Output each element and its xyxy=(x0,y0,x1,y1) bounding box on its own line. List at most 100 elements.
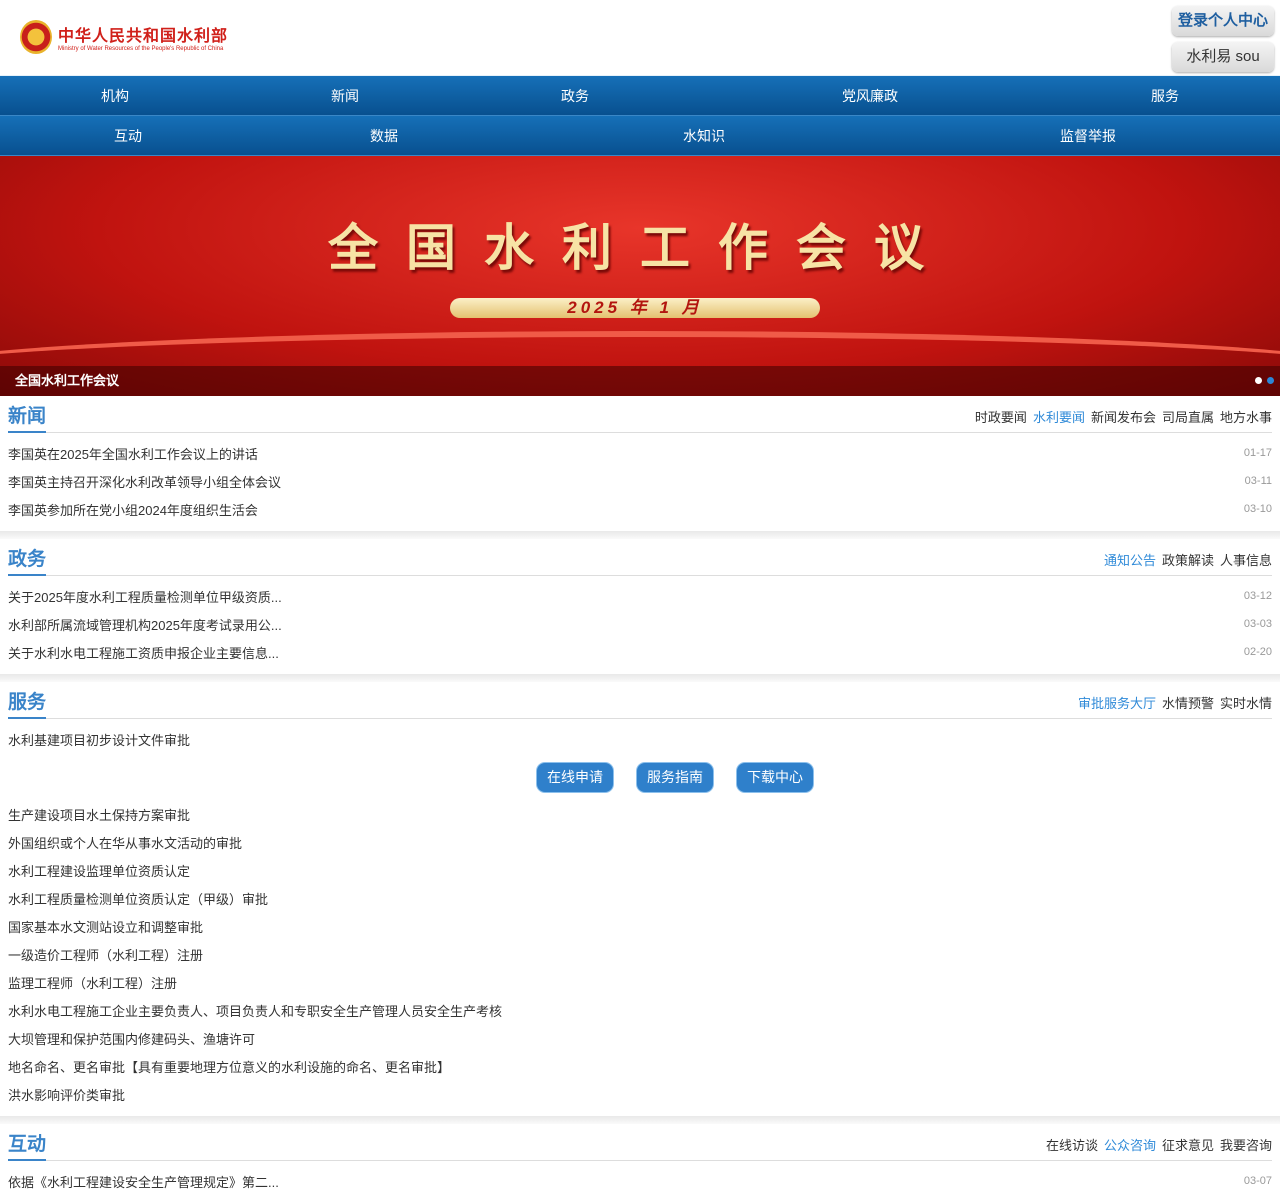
carousel-dot[interactable] xyxy=(1267,377,1274,384)
item-date: 03-07 xyxy=(1243,1175,1272,1187)
section-header: 服务 审批服务大厅 水情预警 实时水情 xyxy=(8,682,1272,719)
section-tab[interactable]: 我要咨询 xyxy=(1220,1135,1272,1154)
item-title[interactable]: 水利工程建设监理单位资质认定 xyxy=(8,861,190,880)
nav-item[interactable]: 政务 xyxy=(460,76,690,115)
item-title[interactable]: 生产建设项目水土保持方案审批 xyxy=(8,805,190,824)
list-item[interactable]: 关于水利水电工程施工资质申报企业主要信息... 02-20 xyxy=(8,638,1272,666)
section-tab[interactable]: 公众咨询 xyxy=(1104,1135,1156,1154)
list-item[interactable]: 生产建设项目水土保持方案审批 xyxy=(8,800,1272,828)
section-title[interactable]: 服务 xyxy=(8,687,47,719)
item-title[interactable]: 水利基建项目初步设计文件审批 xyxy=(8,730,190,749)
nav-item[interactable]: 互动 xyxy=(0,116,256,155)
list-item[interactable]: 一级造价工程师（水利工程）注册 xyxy=(8,940,1272,968)
main-nav-row-2: 互动 数据 水知识 监督举报 xyxy=(0,116,1280,156)
main-nav-row-1: 机构 新闻 政务 党风廉政 服务 xyxy=(0,76,1280,116)
list-item[interactable]: 水利工程质量检测单位资质认定（甲级）审批 xyxy=(8,884,1272,912)
service-buttons: 在线申请 服务指南 下载中心 xyxy=(8,763,1272,792)
interact-section: 互动 在线访谈 公众咨询 征求意见 我要咨询依据《水利工程建设安全生产管理规定》第二..… xyxy=(0,1124,1280,1203)
logo-title: 中华人民共和国水利部 xyxy=(58,28,229,45)
item-title[interactable]: 李国英参加所在党小组2024年度组织生活会 xyxy=(8,500,258,519)
section-tab[interactable]: 新闻发布会 xyxy=(1091,407,1156,426)
item-title[interactable]: 水利部所属流域管理机构2025年度考试录用公... xyxy=(8,615,282,634)
login-button[interactable]: 登录个人中心 xyxy=(1172,6,1274,36)
section-title[interactable]: 新闻 xyxy=(8,401,47,433)
site-header: 中华人民共和国水利部 Ministry of Water Resources o… xyxy=(0,0,1280,76)
list-item[interactable]: 李国英参加所在党小组2024年度组织生活会 03-10 xyxy=(8,495,1272,523)
item-title[interactable]: 监理工程师（水利工程）注册 xyxy=(8,973,177,992)
item-date: 03-11 xyxy=(1244,475,1272,487)
item-title[interactable]: 水利水电工程施工企业主要负责人、项目负责人和专职安全生产管理人员安全生产考核 xyxy=(8,1001,502,1020)
list-item[interactable]: 依据《水利工程建设安全生产管理规定》第二... 03-07 xyxy=(8,1167,1272,1195)
site-logo[interactable]: 中华人民共和国水利部 Ministry of Water Resources o… xyxy=(20,20,228,54)
item-title[interactable]: 李国英在2025年全国水利工作会议上的讲话 xyxy=(8,444,258,463)
logo-subtitle: Ministry of Water Resources of the Peopl… xyxy=(58,46,224,52)
nav-item[interactable]: 机构 xyxy=(0,76,230,115)
carousel-dot[interactable] xyxy=(1255,377,1262,384)
national-emblem-icon xyxy=(20,20,52,54)
item-title[interactable]: 外国组织或个人在华从事水文活动的审批 xyxy=(8,833,242,852)
list-item[interactable]: 关于2025年度水利工程质量检测单位甲级资质... 03-12 xyxy=(8,582,1272,610)
news-section: 新闻 时政要闻 水利要闻 新闻发布会 司局直属 地方水事李国英在2025年全国水利工作会议… xyxy=(0,396,1280,531)
item-date: 02-20 xyxy=(1243,646,1272,658)
item-title[interactable]: 一级造价工程师（水利工程）注册 xyxy=(8,945,203,964)
list-item[interactable]: 水利工程建设监理单位资质认定 xyxy=(8,856,1272,884)
item-date: 03-10 xyxy=(1243,503,1272,515)
banner-carousel[interactable]: 全国水利工作会议 2025 年 1 月 全国水利工作会议 xyxy=(0,156,1280,396)
section-tab[interactable]: 时政要闻 xyxy=(975,407,1027,426)
list-item[interactable]: 外国组织或个人在华从事水文活动的审批 xyxy=(8,828,1272,856)
nav-item[interactable]: 新闻 xyxy=(230,76,460,115)
nav-item[interactable]: 监督举报 xyxy=(896,116,1280,155)
section-tab[interactable]: 在线访谈 xyxy=(1046,1135,1098,1154)
item-title[interactable]: 水利工程质量检测单位资质认定（甲级）审批 xyxy=(8,889,268,908)
section-tab[interactable]: 人事信息 xyxy=(1220,550,1272,569)
section-tabs: 通知公告 政策解读 人事信息 xyxy=(1104,550,1272,575)
item-title[interactable]: 地名命名、更名审批【具有重要地理方位意义的水利设施的命名、更名审批】 xyxy=(8,1057,450,1076)
section-tab[interactable]: 水情预警 xyxy=(1162,693,1214,712)
section-tab[interactable]: 实时水情 xyxy=(1220,693,1272,712)
item-title[interactable]: 依据《水利工程建设安全生产管理规定》第二... xyxy=(8,1172,279,1191)
list-item[interactable]: 洪水影响评价类审批 xyxy=(8,1080,1272,1108)
item-title[interactable]: 关于水利水电工程施工资质申报企业主要信息... xyxy=(8,643,279,662)
item-title[interactable]: 李国英主持召开深化水利改革领导小组全体会议 xyxy=(8,472,281,491)
banner-title: 全国水利工作会议 xyxy=(328,218,952,277)
search-button[interactable]: 水利易 sou xyxy=(1172,42,1274,72)
service-button[interactable]: 在线申请 xyxy=(537,763,613,792)
section-tab[interactable]: 审批服务大厅 xyxy=(1078,693,1156,712)
list-item[interactable]: 监理工程师（水利工程）注册 xyxy=(8,968,1272,996)
list-item[interactable]: 李国英主持召开深化水利改革领导小组全体会议 03-11 xyxy=(8,467,1272,495)
section-tab[interactable]: 政策解读 xyxy=(1162,550,1214,569)
article-list: 依据《水利工程建设安全生产管理规定》第二... 03-07 xyxy=(8,1161,1272,1203)
section-tab[interactable]: 通知公告 xyxy=(1104,550,1156,569)
list-item[interactable]: 国家基本水文测站设立和调整审批 xyxy=(8,912,1272,940)
nav-item[interactable]: 水知识 xyxy=(512,116,896,155)
nav-item[interactable]: 党风廉政 xyxy=(690,76,1050,115)
carousel-dots xyxy=(1255,377,1274,384)
gov-section: 政务 通知公告 政策解读 人事信息 关于2025年度水利工程质量检测单位甲级资质... 0… xyxy=(0,539,1280,674)
list-item[interactable]: 水利基建项目初步设计文件审批 xyxy=(8,725,1272,753)
section-header: 政务 通知公告 政策解读 人事信息 xyxy=(8,539,1272,576)
section-tab[interactable]: 征求意见 xyxy=(1162,1135,1214,1154)
item-date: 03-03 xyxy=(1243,618,1272,630)
section-tabs: 时政要闻 水利要闻 新闻发布会 司局直属 地方水事 xyxy=(975,407,1272,432)
section-title[interactable]: 政务 xyxy=(8,544,47,576)
section-tabs: 审批服务大厅 水情预警 实时水情 xyxy=(1078,693,1272,718)
nav-item[interactable]: 数据 xyxy=(256,116,512,155)
nav-item[interactable]: 服务 xyxy=(1050,76,1280,115)
service-button[interactable]: 下载中心 xyxy=(737,763,813,792)
section-tab[interactable]: 司局直属 xyxy=(1162,407,1214,426)
item-title[interactable]: 洪水影响评价类审批 xyxy=(8,1085,125,1104)
item-title[interactable]: 大坝管理和保护范围内修建码头、渔塘许可 xyxy=(8,1029,255,1048)
banner-caption[interactable]: 全国水利工作会议 xyxy=(0,366,1280,396)
item-title[interactable]: 国家基本水文测站设立和调整审批 xyxy=(8,917,203,936)
list-item[interactable]: 大坝管理和保护范围内修建码头、渔塘许可 xyxy=(8,1024,1272,1052)
service-button[interactable]: 服务指南 xyxy=(637,763,713,792)
list-item[interactable]: 李国英在2025年全国水利工作会议上的讲话 01-17 xyxy=(8,439,1272,467)
article-list: 关于2025年度水利工程质量检测单位甲级资质... 03-12 水利部所属流域管理机… xyxy=(8,576,1272,674)
list-item[interactable]: 水利部所属流域管理机构2025年度考试录用公... 03-03 xyxy=(8,610,1272,638)
list-item[interactable]: 地名命名、更名审批【具有重要地理方位意义的水利设施的命名、更名审批】 xyxy=(8,1052,1272,1080)
section-title[interactable]: 互动 xyxy=(8,1129,47,1161)
list-item[interactable]: 水利水电工程施工企业主要负责人、项目负责人和专职安全生产管理人员安全生产考核 xyxy=(8,996,1272,1024)
item-title[interactable]: 关于2025年度水利工程质量检测单位甲级资质... xyxy=(8,587,282,606)
section-tab[interactable]: 水利要闻 xyxy=(1033,407,1085,426)
section-tab[interactable]: 地方水事 xyxy=(1220,407,1272,426)
